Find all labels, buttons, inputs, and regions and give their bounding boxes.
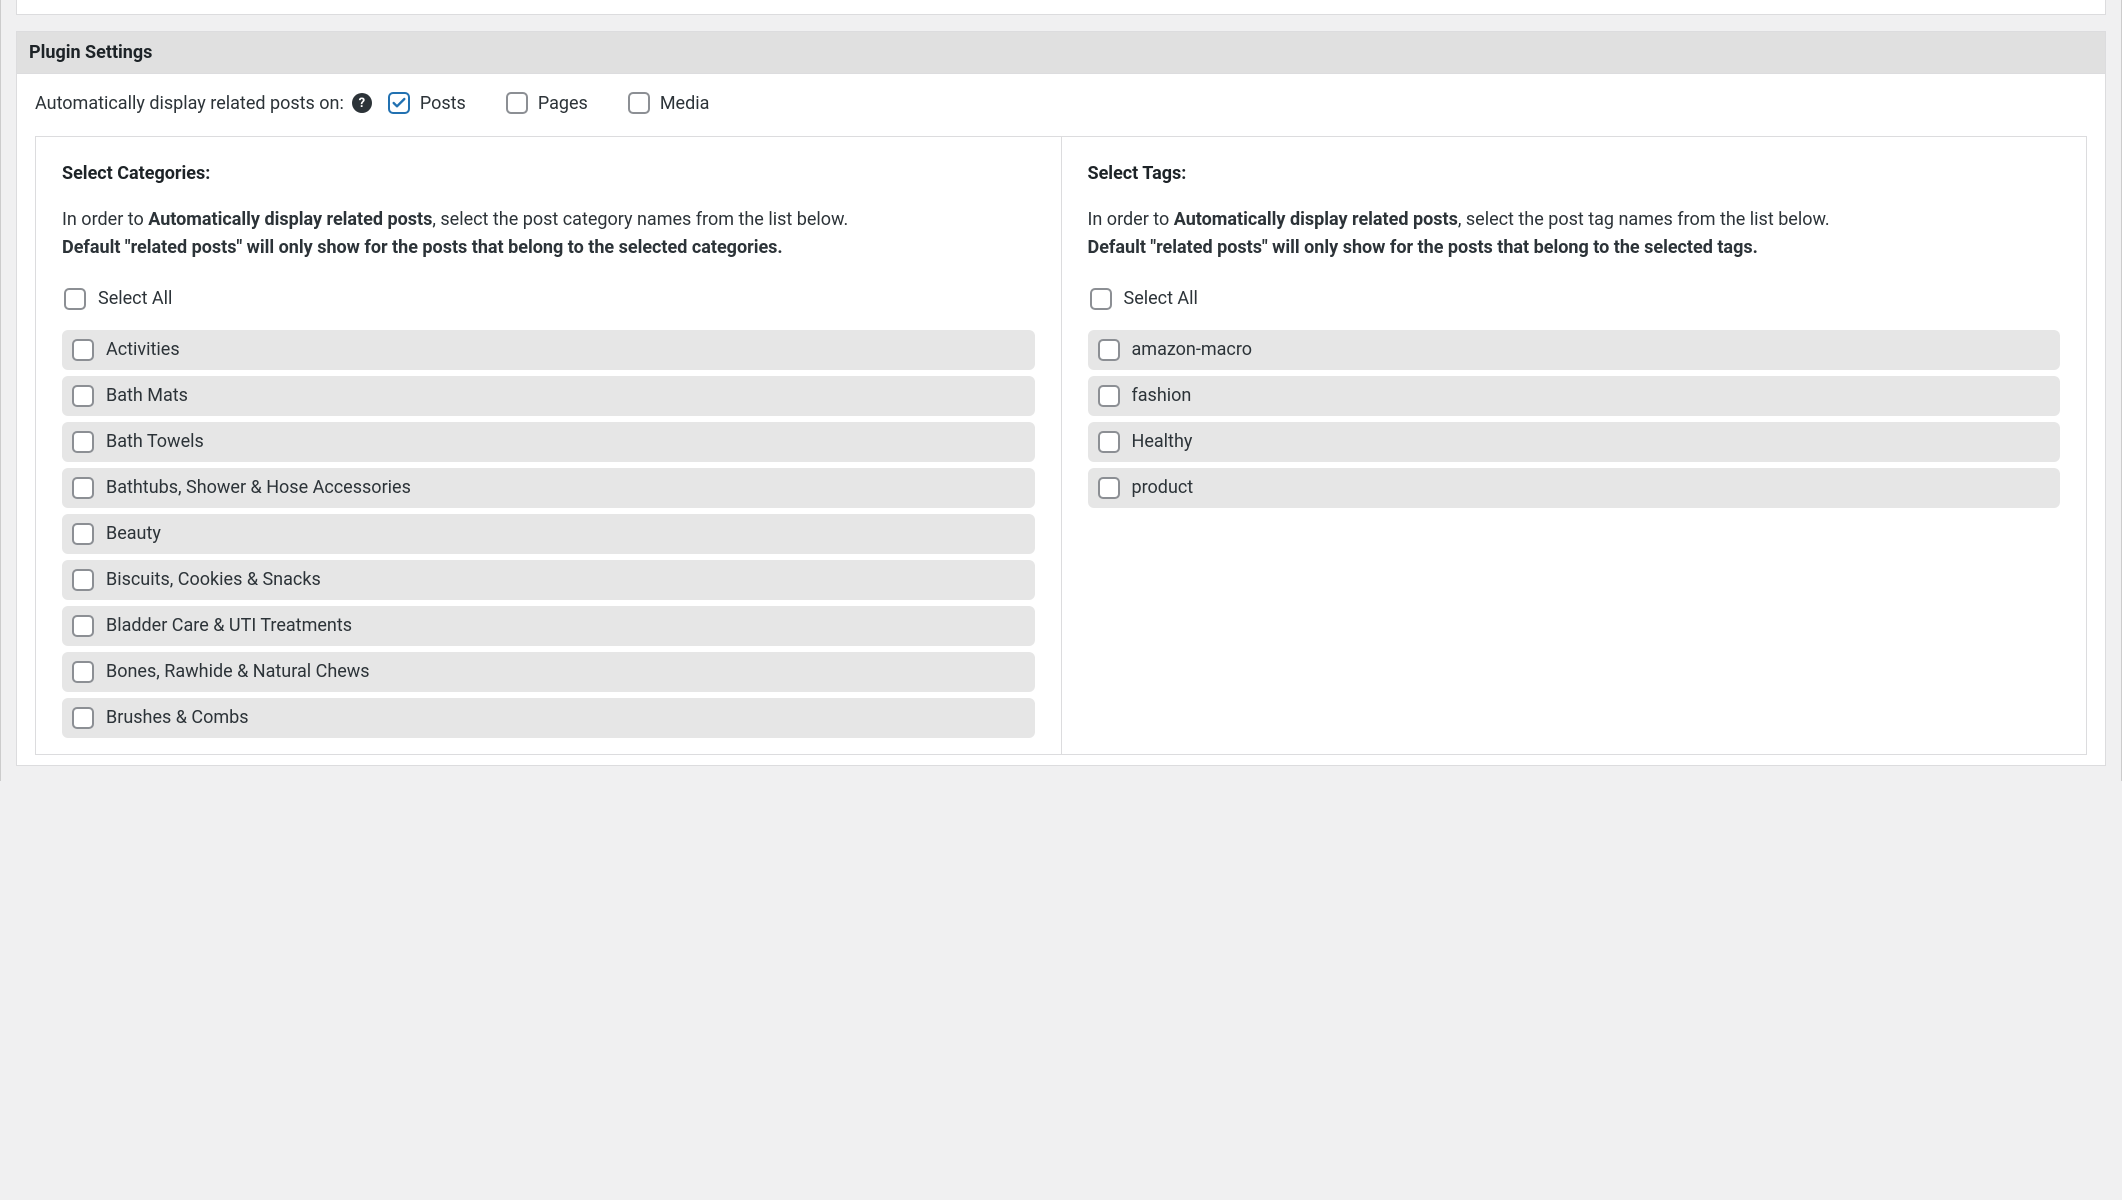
panel-title: Plugin Settings — [17, 32, 2105, 74]
category-item[interactable]: Brushes & Combs — [62, 698, 1035, 738]
tag-item-checkbox[interactable] — [1098, 431, 1120, 453]
label-posts: Posts — [420, 93, 466, 114]
category-item-checkbox[interactable] — [72, 569, 94, 591]
tag-item-label: Healthy — [1132, 431, 1193, 452]
page-container: Plugin Settings Automatically display re… — [0, 0, 2122, 781]
tag-item[interactable]: Healthy — [1088, 422, 2061, 462]
category-item[interactable]: Bathtubs, Shower & Hose Accessories — [62, 468, 1035, 508]
plugin-settings-panel: Plugin Settings Automatically display re… — [16, 31, 2106, 766]
category-item-label: Bones, Rawhide & Natural Chews — [106, 661, 370, 682]
tag-item-checkbox[interactable] — [1098, 339, 1120, 361]
category-item[interactable]: Biscuits, Cookies & Snacks — [62, 560, 1035, 600]
categories-description: In order to Automatically display relate… — [62, 206, 1035, 262]
category-item-label: Bathtubs, Shower & Hose Accessories — [106, 477, 411, 498]
category-item-checkbox[interactable] — [72, 707, 94, 729]
option-posts[interactable]: Posts — [388, 92, 466, 114]
columns-wrap: Select Categories: In order to Automatic… — [35, 136, 2087, 755]
category-item-label: Beauty — [106, 523, 161, 544]
tags-description: In order to Automatically display relate… — [1088, 206, 2061, 262]
tag-item[interactable]: product — [1088, 468, 2061, 508]
categories-select-all-checkbox[interactable] — [64, 288, 86, 310]
category-item-label: Activities — [106, 339, 180, 360]
category-item-checkbox[interactable] — [72, 661, 94, 683]
category-item[interactable]: Bladder Care & UTI Treatments — [62, 606, 1035, 646]
tag-item-checkbox[interactable] — [1098, 477, 1120, 499]
tag-item[interactable]: amazon-macro — [1088, 330, 2061, 370]
categories-scroll-area[interactable]: Activities Bath Mats Bath Towels Bathtubs, … — [62, 330, 1035, 744]
tags-select-all[interactable]: Select All — [1088, 288, 2061, 310]
categories-desc-bold1: Automatically display related posts — [148, 209, 432, 230]
tags-column: Select Tags: In order to Automatically d… — [1062, 137, 2087, 754]
categories-list-container: Activities Bath Mats Bath Towels Bathtubs, … — [62, 330, 1035, 744]
category-item[interactable]: Bath Mats — [62, 376, 1035, 416]
top-panel-edge — [16, 0, 2106, 15]
tags-select-all-label: Select All — [1124, 288, 1198, 309]
categories-desc-bold2: Default "related posts" will only show f… — [62, 237, 783, 258]
help-icon[interactable]: ? — [352, 93, 372, 113]
categories-desc-mid: , select the post category names from th… — [432, 209, 848, 230]
category-item-label: Bath Mats — [106, 385, 188, 406]
categories-desc-prefix: In order to — [62, 209, 148, 230]
tag-item-checkbox[interactable] — [1098, 385, 1120, 407]
categories-title: Select Categories: — [62, 163, 1035, 184]
auto-display-label: Automatically display related posts on: — [35, 93, 344, 114]
category-item-checkbox[interactable] — [72, 523, 94, 545]
option-pages[interactable]: Pages — [506, 92, 588, 114]
category-item-checkbox[interactable] — [72, 477, 94, 499]
category-item-label: Biscuits, Cookies & Snacks — [106, 569, 321, 590]
tags-desc-mid: , select the post tag names from the lis… — [1458, 209, 1830, 230]
tag-item[interactable]: fashion — [1088, 376, 2061, 416]
tag-item-label: product — [1132, 477, 1194, 498]
tags-desc-bold2: Default "related posts" will only show f… — [1088, 237, 1758, 258]
tags-list-container: amazon-macro fashion Healthy product — [1088, 330, 2061, 508]
category-item-checkbox[interactable] — [72, 615, 94, 637]
checkbox-posts[interactable] — [388, 92, 410, 114]
category-item[interactable]: Beauty — [62, 514, 1035, 554]
category-item-checkbox[interactable] — [72, 339, 94, 361]
tag-item-label: fashion — [1132, 385, 1192, 406]
checkbox-media[interactable] — [628, 92, 650, 114]
category-item[interactable]: Bath Towels — [62, 422, 1035, 462]
label-pages: Pages — [538, 93, 588, 114]
auto-display-row: Automatically display related posts on: … — [35, 92, 2087, 114]
tags-title: Select Tags: — [1088, 163, 2061, 184]
tags-list: amazon-macro fashion Healthy product — [1088, 330, 2061, 508]
check-icon — [391, 95, 407, 111]
category-item-label: Bladder Care & UTI Treatments — [106, 615, 352, 636]
category-item-label: Brushes & Combs — [106, 707, 249, 728]
category-item-checkbox[interactable] — [72, 431, 94, 453]
categories-select-all-label: Select All — [98, 288, 172, 309]
tag-item-label: amazon-macro — [1132, 339, 1253, 360]
categories-column: Select Categories: In order to Automatic… — [36, 137, 1062, 754]
panel-body: Automatically display related posts on: … — [17, 74, 2105, 765]
category-item[interactable]: Bones, Rawhide & Natural Chews — [62, 652, 1035, 692]
category-item[interactable]: Activities — [62, 330, 1035, 370]
tags-desc-bold1: Automatically display related posts — [1174, 209, 1458, 230]
tags-desc-prefix: In order to — [1088, 209, 1174, 230]
category-item-label: Bath Towels — [106, 431, 204, 452]
tags-select-all-checkbox[interactable] — [1090, 288, 1112, 310]
checkbox-pages[interactable] — [506, 92, 528, 114]
option-media[interactable]: Media — [628, 92, 710, 114]
categories-select-all[interactable]: Select All — [62, 288, 1035, 310]
label-media: Media — [660, 93, 710, 114]
category-item-checkbox[interactable] — [72, 385, 94, 407]
